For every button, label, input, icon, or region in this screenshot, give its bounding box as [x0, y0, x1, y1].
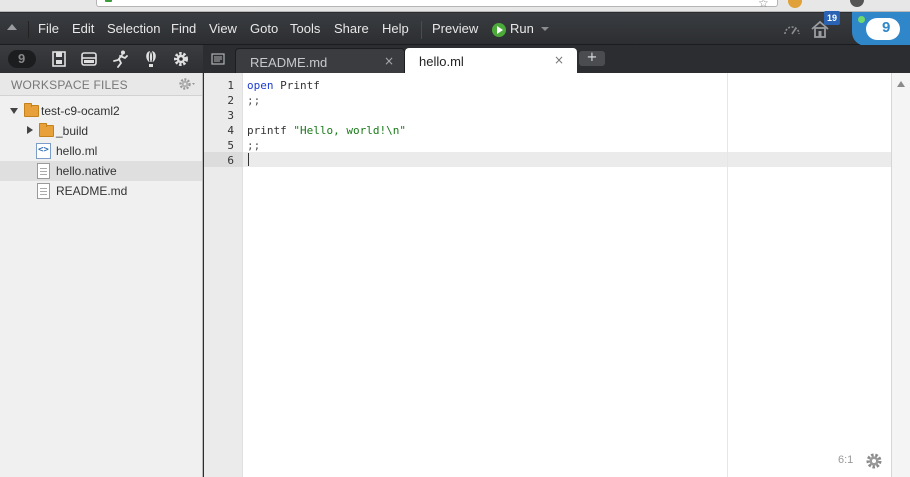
panel-title: WORKSPACE FILES — [11, 78, 128, 92]
extension-icon[interactable] — [788, 0, 802, 8]
code-line-2[interactable]: ;; — [247, 94, 260, 107]
run-dropdown-chevron-icon[interactable] — [541, 27, 549, 31]
tree-item-label: hello.native — [56, 164, 117, 178]
text-cursor — [248, 153, 249, 166]
expand-chevron-icon[interactable] — [10, 108, 18, 114]
line-number: 5 — [227, 139, 234, 152]
menu-bar: File Edit Selection Find View Goto Tools… — [0, 11, 910, 46]
print-margin — [727, 73, 728, 477]
menu-help[interactable]: Help — [382, 21, 409, 36]
line-number: 4 — [227, 124, 234, 137]
browser-chrome: ☆ — [0, 0, 910, 12]
folder-icon — [39, 123, 54, 137]
tree-item-hello-native[interactable]: hello.native — [0, 161, 202, 181]
code-editor[interactable]: 1 2 3 4 5 6 open Printf ;; printf "Hello… — [204, 73, 910, 477]
tab-readme[interactable]: README.md × — [235, 48, 405, 73]
c9-logo-text: 9 — [18, 51, 26, 66]
string-token: "Hello, world!\n" — [286, 124, 406, 137]
panels-icon[interactable] — [78, 49, 100, 69]
sidebar-toolbar: 9 — [0, 45, 203, 73]
tab-list-icon[interactable] — [207, 50, 229, 68]
tab-hello-ml[interactable]: hello.ml × — [405, 48, 577, 73]
close-icon[interactable]: × — [554, 53, 564, 67]
file-icon — [37, 183, 50, 199]
scroll-up-arrow-icon[interactable] — [897, 81, 905, 87]
tree-item-label: test-c9-ocaml2 — [41, 104, 120, 118]
cursor-position-indicator[interactable]: 6:1 — [838, 454, 853, 466]
line-number: 1 — [227, 79, 234, 92]
menu-edit[interactable]: Edit — [72, 21, 94, 36]
line-number: 6 — [227, 154, 234, 167]
add-tab-button[interactable]: + — [579, 51, 605, 66]
menu-tools[interactable]: Tools — [290, 21, 320, 36]
performance-gauge-icon[interactable] — [783, 22, 801, 36]
run-button[interactable]: Run — [510, 21, 534, 36]
code-line-5[interactable]: ;; — [247, 139, 260, 152]
bookmark-star-icon[interactable]: ☆ — [758, 0, 769, 10]
vertical-scrollbar[interactable] — [891, 73, 910, 477]
tree-item-build-folder[interactable]: _build — [0, 121, 202, 141]
menu-selection[interactable]: Selection — [107, 21, 160, 36]
editor-tabs: README.md × hello.ml × + — [203, 45, 910, 73]
tree-item-label: hello.ml — [56, 144, 98, 158]
collapse-menubar-icon[interactable] — [7, 24, 17, 30]
line-number: 3 — [227, 109, 234, 122]
code-line-1[interactable]: open Printf — [247, 79, 320, 92]
divider — [421, 21, 422, 39]
menu-find[interactable]: Find — [171, 21, 196, 36]
close-icon[interactable]: × — [384, 54, 394, 68]
panel-header: WORKSPACE FILES — [0, 73, 202, 96]
menu-view[interactable]: View — [209, 21, 237, 36]
workspace-settings-gear-icon[interactable] — [178, 76, 196, 92]
c9-logo-icon[interactable]: 9 — [8, 50, 36, 68]
active-line-highlight — [243, 152, 891, 167]
preview-button[interactable]: Preview — [432, 21, 478, 36]
divider — [28, 21, 29, 38]
function-token: printf — [247, 124, 287, 137]
secure-lock-icon — [105, 0, 112, 2]
menu-goto[interactable]: Goto — [250, 21, 278, 36]
calendar-badge: 19 — [824, 11, 840, 25]
gear-icon[interactable] — [170, 49, 192, 69]
tree-item-label: _build — [56, 124, 89, 138]
code-token: Printf — [273, 79, 320, 92]
keyword-token: open — [247, 79, 274, 92]
line-number: 2 — [227, 94, 234, 107]
menu-share[interactable]: Share — [334, 21, 369, 36]
tree-item-readme[interactable]: README.md — [0, 181, 202, 201]
tree-item-hello-ml[interactable]: <> hello.ml — [0, 141, 202, 161]
cloud9-cloud-icon: 9 — [866, 18, 900, 40]
menu-file[interactable]: File — [38, 21, 59, 36]
tab-label: hello.ml — [419, 54, 464, 69]
workspace-files-panel: WORKSPACE FILES test-c9-ocaml2 _build <>… — [0, 73, 203, 477]
ml-file-icon: <> — [36, 143, 51, 159]
tree-item-label: README.md — [56, 184, 128, 198]
tool-row: 9 README.md × hello.ml × + — [0, 45, 910, 73]
cloud9-menu-badge[interactable]: 9 — [852, 12, 910, 46]
hot-air-balloon-icon[interactable] — [140, 49, 162, 69]
folder-icon — [24, 103, 39, 117]
collapsed-chevron-icon[interactable] — [27, 126, 33, 134]
code-line-4[interactable]: printf "Hello, world!\n" — [247, 124, 406, 137]
tree-item-root-folder[interactable]: test-c9-ocaml2 — [0, 101, 202, 121]
online-status-icon — [858, 16, 865, 23]
tab-label: README.md — [250, 55, 328, 70]
editor-settings-gear-icon[interactable] — [865, 452, 883, 470]
cloud9-badge-text: 9 — [882, 19, 891, 36]
address-bar[interactable] — [96, 0, 778, 7]
run-play-icon[interactable] — [492, 23, 506, 37]
run-person-icon[interactable] — [109, 49, 131, 69]
line-number-gutter: 1 2 3 4 5 6 — [204, 73, 243, 477]
ml-icon-text: <> — [38, 145, 49, 155]
profile-avatar[interactable] — [850, 0, 864, 7]
save-icon[interactable] — [48, 49, 70, 69]
file-icon — [37, 163, 50, 179]
